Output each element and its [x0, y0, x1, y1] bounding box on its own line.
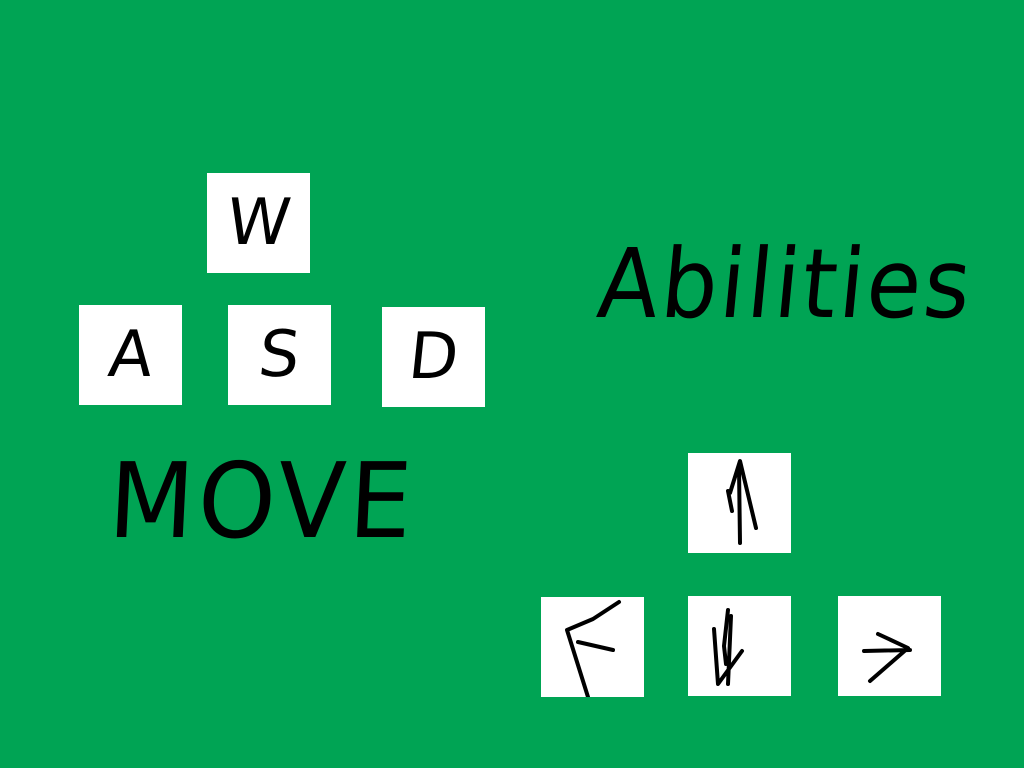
move-label: MOVE: [105, 440, 419, 562]
key-arrow-right: [838, 596, 941, 696]
abilities-label: Abilities: [593, 228, 979, 340]
key-d: D: [382, 307, 485, 407]
key-d-label: D: [404, 320, 463, 394]
arrow-down-icon: [712, 608, 744, 686]
key-w: W: [207, 173, 310, 273]
arrow-right-icon: [862, 632, 912, 683]
arrow-up-icon: [726, 459, 758, 545]
key-a-label: A: [104, 318, 157, 392]
key-arrow-up: [688, 453, 791, 553]
key-s-label: S: [255, 318, 304, 392]
key-s: S: [228, 305, 331, 405]
key-a: A: [79, 305, 182, 405]
arrow-left-icon: [565, 600, 621, 697]
key-arrow-left: [541, 597, 644, 697]
key-w-label: W: [222, 186, 295, 260]
key-arrow-down: [688, 596, 791, 696]
game-stage: W A S D MOVE Abilities: [0, 0, 1024, 768]
